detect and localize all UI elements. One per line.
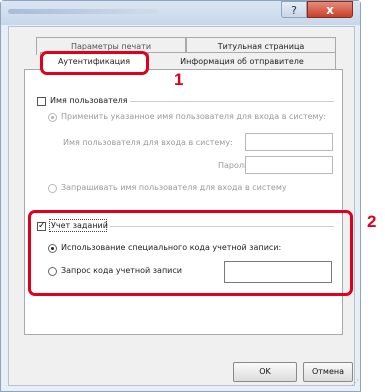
- help-button[interactable]: ?: [281, 1, 307, 18]
- use-login-name-label: Применить указанное имя пользователя для…: [61, 112, 327, 121]
- tab-label: Параметры печати: [70, 42, 152, 51]
- resize-grip-icon[interactable]: ⋰: [351, 378, 359, 387]
- highlight-authentication-tab: [40, 51, 149, 75]
- use-login-name-radio[interactable]: [48, 113, 57, 122]
- login-name-input[interactable]: [245, 133, 333, 151]
- tab-sender-info[interactable]: Информация об отправителе: [148, 52, 336, 70]
- window-title-blurred: [8, 9, 158, 14]
- prompt-login-name-label: Запрашивать имя пользователя для входа в…: [61, 183, 287, 192]
- password-input[interactable]: [245, 156, 333, 174]
- group-separator: [130, 101, 334, 102]
- callout-number-1: 1: [174, 70, 184, 89]
- callout-number-2: 2: [367, 212, 377, 231]
- login-name-field-label: Имя пользователя для входа в систему:: [63, 138, 233, 147]
- username-label: Имя пользователя: [50, 96, 128, 105]
- cancel-button[interactable]: Отмена: [303, 362, 353, 382]
- ok-button[interactable]: OK: [233, 362, 297, 382]
- username-checkbox[interactable]: [37, 97, 46, 106]
- tab-label: Титульная страница: [217, 42, 305, 51]
- close-button[interactable]: x: [307, 1, 353, 18]
- highlight-job-accounting-group: [28, 210, 353, 296]
- tab-label: Информация об отправителе: [180, 57, 304, 66]
- prompt-login-name-radio[interactable]: [48, 184, 57, 193]
